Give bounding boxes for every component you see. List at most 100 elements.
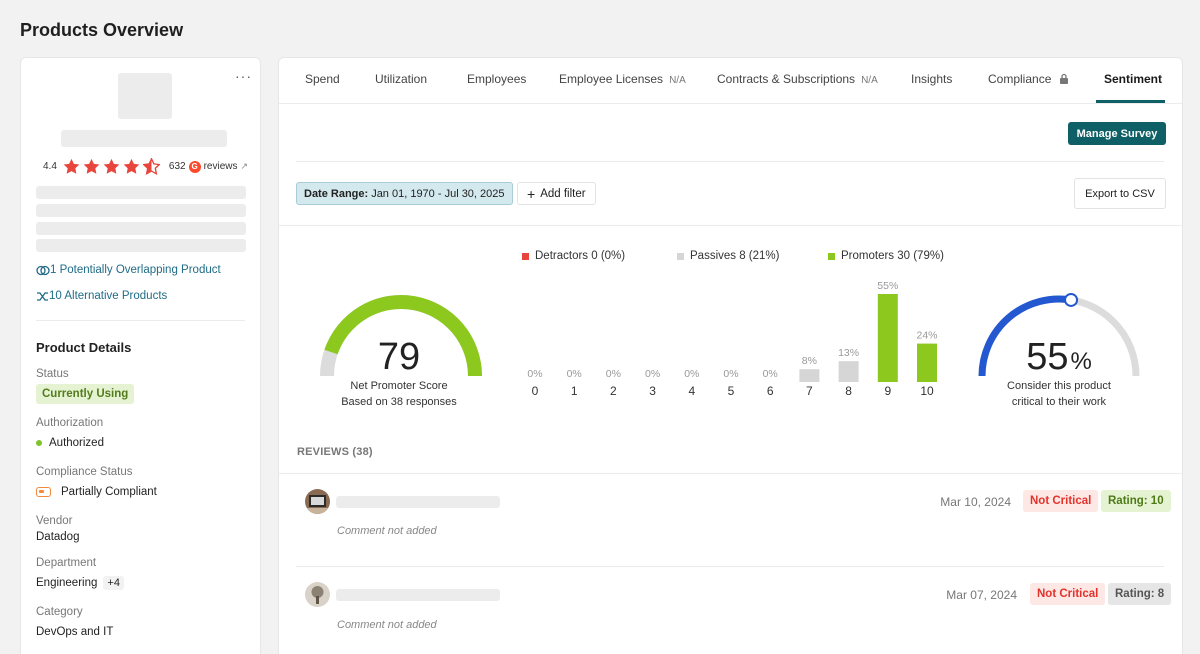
date-range-value: Jan 01, 1970 - Jul 30, 2025 [371, 187, 505, 200]
tab-insights[interactable]: Insights [911, 72, 952, 86]
bar-value-label: 13% [838, 347, 859, 359]
bar-value-label: 0% [567, 368, 582, 380]
x-tick-label: 3 [649, 384, 656, 398]
overlapping-products-link[interactable]: 1 Potentially Overlapping Product [36, 264, 221, 276]
tab-employees[interactable]: Employees [467, 72, 526, 86]
tab-label: Employees [467, 72, 527, 86]
rating-stars [63, 158, 163, 175]
tab-label: Spend [305, 72, 340, 86]
authorization-value: Authorized [36, 437, 104, 449]
lock-icon [1059, 73, 1068, 84]
legend-passives-label: Passives 8 (21%) [690, 250, 780, 262]
department-value: Engineering +4 [36, 576, 124, 590]
avatar-image [305, 582, 330, 607]
tab-label: Contracts & Subscriptions [717, 72, 856, 86]
critical-percent: 55% [979, 336, 1139, 379]
external-link-icon: ↗ [240, 161, 249, 171]
tab-utilization[interactable]: Utilization [375, 72, 427, 86]
reviewer-name-placeholder [336, 589, 500, 601]
avatar [305, 582, 330, 607]
bar-value-label: 0% [606, 368, 621, 380]
authorized-dot-icon [36, 439, 42, 446]
department-text: Engineering [36, 577, 98, 589]
bar-value-label: 0% [723, 368, 738, 380]
rating-badge: Rating: 8 [1108, 583, 1172, 605]
nps-title: Net Promoter Score [350, 380, 448, 392]
manage-survey-button[interactable]: Manage Survey [1068, 122, 1166, 145]
category-value: DevOps and IT [36, 626, 114, 638]
overlapping-products-label: 1 Potentially Overlapping Product [50, 264, 221, 276]
bar-score-7 [799, 369, 820, 382]
divider [279, 225, 1182, 226]
bar-value-label: 0% [645, 368, 660, 380]
star-icon [83, 158, 100, 174]
detail-placeholder [36, 186, 246, 199]
reviews-label: reviews [203, 161, 238, 172]
rating-row[interactable]: 4.4 632 G reviews ↗ [43, 158, 248, 175]
passives-swatch [677, 252, 684, 260]
status-label: Status [36, 368, 69, 380]
critical-badge: Not Critical [1023, 490, 1099, 512]
nps-label: Net Promoter Score Based on 38 responses [319, 378, 479, 410]
critical-percent-value: 55 [1026, 336, 1069, 378]
tab-compliance[interactable]: Compliance [988, 72, 1069, 86]
date-range-filter[interactable]: Date Range: Jan 01, 1970 - Jul 30, 2025 [296, 182, 513, 205]
star-icon [123, 158, 140, 174]
shuffle-icon [37, 291, 48, 301]
divider [296, 566, 1164, 567]
score-distribution-chart: 0% 0 0% 1 0% 2 0% 3 0% 4 0% 5 0% 6 8% 7 13% 8 55% 9 24% 10 [527, 280, 937, 398]
divider [279, 473, 1182, 474]
tab-label: Employee Licenses [559, 72, 664, 86]
divider [279, 103, 1182, 104]
tab-sentiment[interactable]: Sentiment [1104, 72, 1162, 86]
half-star-icon [142, 158, 160, 175]
review-date: Mar 10, 2024 [940, 495, 1011, 509]
critical-badge: Not Critical [1030, 583, 1106, 605]
alternative-products-link[interactable]: 10 Alternative Products [36, 290, 167, 302]
g2-logo-icon: G [188, 160, 201, 173]
divider [36, 320, 245, 321]
nps-subtitle: Based on 38 responses [341, 396, 457, 408]
review-count: 632 [168, 161, 186, 172]
legend-detractors: Detractors 0 (0%) [522, 250, 625, 262]
avatar-image [305, 489, 330, 514]
add-filter-label: Add filter [540, 187, 586, 200]
vendor-value: Datadog [36, 531, 80, 543]
vendor-label: Vendor [36, 515, 73, 527]
export-csv-button[interactable]: Export to CSV [1074, 178, 1166, 209]
more-options-button[interactable]: ··· [235, 68, 252, 84]
rating-badge: Rating: 10 [1101, 490, 1171, 512]
add-filter-button[interactable]: + Add filter [517, 182, 596, 205]
rating-value: 4.4 [43, 161, 57, 172]
bar-value-label: 0% [527, 368, 542, 380]
bar-score-9 [877, 294, 898, 382]
department-label: Department [36, 557, 97, 569]
critical-gauge-knob [1064, 292, 1079, 307]
legend-passives: Passives 8 (21%) [677, 250, 779, 262]
x-tick-label: 5 [728, 384, 735, 398]
product-logo-placeholder [118, 73, 172, 119]
compliance-status-label: Compliance Status [36, 466, 133, 478]
divider [296, 161, 1164, 162]
detail-placeholder [36, 222, 246, 235]
detail-placeholder [36, 239, 246, 252]
plus-icon: + [527, 185, 536, 202]
critical-subtitle: critical to their work [1011, 396, 1107, 408]
x-tick-label: 1 [571, 384, 578, 398]
critical-label: Consider this product critical to their … [979, 378, 1139, 410]
authorization-label: Authorization [36, 417, 104, 429]
detractors-swatch [522, 252, 529, 260]
x-tick-label: 6 [767, 384, 774, 398]
department-more-badge[interactable]: +4 [103, 576, 124, 590]
x-tick-label: 8 [845, 384, 852, 398]
critical-percent-sign: % [1070, 348, 1092, 375]
alternative-products-label: 10 Alternative Products [49, 290, 168, 302]
x-tick-label: 0 [532, 384, 539, 398]
tab-spend[interactable]: Spend [305, 72, 340, 86]
tab-employee-licenses[interactable]: Employee Licenses N/A [559, 72, 686, 86]
tab-contracts-subscriptions[interactable]: Contracts & Subscriptions N/A [717, 72, 878, 86]
compliance-status-text: Partially Compliant [61, 486, 157, 498]
bar-value-label: 0% [684, 368, 699, 380]
bar-score-10 [917, 343, 937, 382]
authorization-text: Authorized [49, 437, 104, 449]
